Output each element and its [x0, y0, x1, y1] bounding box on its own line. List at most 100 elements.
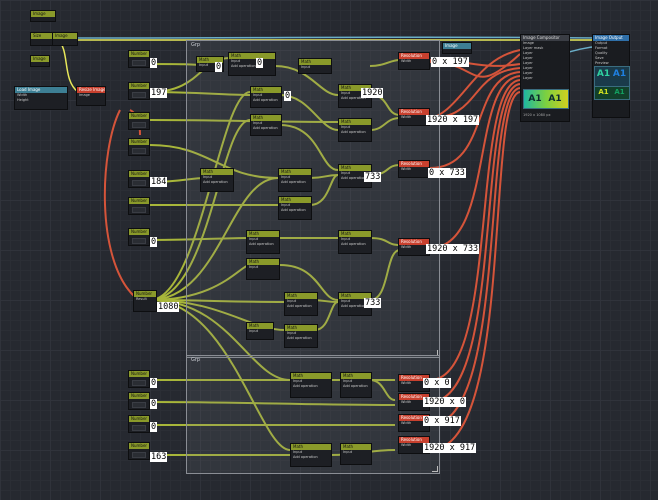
value-label: 0 [150, 58, 158, 68]
number-node[interactable]: Number [128, 138, 150, 156]
node-port-label: Add operation [343, 384, 368, 388]
image-node[interactable]: Image [30, 55, 50, 67]
image-node[interactable]: Image [442, 42, 472, 54]
math-node[interactable]: Math Input [340, 443, 372, 465]
math-node[interactable]: Math Input Add operation [338, 118, 372, 142]
value-field[interactable] [132, 122, 146, 128]
node-port-label: Height [17, 98, 29, 102]
math-node[interactable]: Math Input Add operation [278, 168, 312, 192]
number-node[interactable]: Number [128, 50, 150, 68]
node-title: Number [129, 443, 149, 449]
math-node[interactable]: Math Input Add operation [246, 230, 280, 254]
resolution-label: 0 x 733 [428, 168, 466, 178]
number-node[interactable]: Number [128, 197, 150, 215]
compositor-preview: A1 A1 [523, 89, 569, 109]
value-field[interactable] [132, 425, 146, 431]
value-field[interactable] [132, 380, 146, 386]
number-node[interactable]: Number [128, 228, 150, 246]
node-port-label: Add operation [281, 208, 306, 212]
node-title: Number [129, 416, 149, 422]
image-node[interactable]: Image [30, 10, 56, 22]
resolution-node[interactable]: Resolution Width [398, 160, 430, 178]
value-field[interactable] [132, 92, 146, 98]
number-node[interactable]: Number [128, 112, 150, 130]
node-port-label: Width [401, 59, 412, 63]
node-port-label: Result [136, 297, 147, 301]
value-field[interactable] [132, 60, 146, 66]
value-field[interactable] [132, 148, 146, 154]
math-node[interactable]: Math Input Add operation [228, 52, 276, 76]
node-title: Number [129, 371, 149, 377]
value-field[interactable] [132, 452, 146, 458]
node-port-label: Image [79, 93, 90, 97]
node-port-label: Width [401, 245, 412, 249]
math-node[interactable]: Math Input Add operation [200, 168, 234, 192]
output-preview-lower: A1 A1 [594, 86, 630, 100]
value-label: 0 [150, 422, 158, 432]
value-label: 0 [284, 91, 292, 101]
load-image-node[interactable]: Load Image Width Height [14, 86, 68, 110]
node-title: Image [31, 56, 49, 62]
resolution-label: 0 x 0 [423, 378, 451, 388]
node-port-label: Add operation [287, 336, 312, 340]
value-label: 163 [150, 452, 168, 462]
math-node[interactable]: Math Input Add operation [340, 372, 372, 398]
value-label: 733 [364, 172, 382, 182]
resolution-node[interactable]: Resolution Width [398, 52, 430, 70]
resolution-label: 1920 x 917 [423, 443, 477, 453]
number-node[interactable]: Number [128, 82, 150, 100]
value-field[interactable] [132, 238, 146, 244]
value-field[interactable] [132, 180, 146, 186]
value-field[interactable] [132, 402, 146, 408]
node-port-label: Add operation [293, 384, 318, 388]
value-label: 0 [150, 399, 158, 409]
math-node[interactable]: Math Input Add operation [284, 292, 318, 316]
number-node[interactable]: Number [128, 442, 150, 460]
resize-image-node[interactable]: Resize Image Image [76, 86, 106, 106]
node-port-label: Width [401, 115, 412, 119]
preview-tile: A1 [598, 88, 609, 96]
node-title: Number [129, 198, 149, 204]
number-node[interactable]: Number [128, 170, 150, 188]
resolution-label: 1920 x 0 [423, 397, 466, 407]
math-node[interactable]: Math Input [246, 322, 274, 340]
node-port-label: Input [343, 450, 353, 454]
math-node[interactable]: Math Input [298, 58, 332, 74]
number-node[interactable]: Number [128, 370, 150, 388]
math-node[interactable]: Math Input Add operation [290, 372, 332, 398]
image-node[interactable]: Image [52, 32, 78, 46]
node-port-label: Add operation [253, 98, 278, 102]
resize-handle[interactable] [432, 466, 438, 472]
node-title: Image [443, 43, 471, 49]
node-title: Number [129, 51, 149, 57]
math-node[interactable]: Math Input Add operation [278, 196, 312, 220]
math-node[interactable]: Math Input Add operation [250, 86, 282, 108]
node-title: Number [129, 113, 149, 119]
value-field[interactable] [132, 207, 146, 213]
preview-caption: 1920 x 1080 px [523, 113, 551, 117]
wire-yellow [57, 39, 79, 93]
value-label: 0 [150, 237, 158, 247]
preview-tile: A1 [614, 88, 625, 96]
node-title: Number [129, 83, 149, 89]
group-title: Grp [191, 42, 201, 48]
preview-tile: A1 [528, 94, 542, 104]
node-title: Number [129, 229, 149, 235]
node-port-label: Add operation [341, 242, 366, 246]
value-label: 184 [150, 177, 168, 187]
node-port-label: Width [401, 167, 412, 171]
resolution-label: 1920 x 197 [426, 115, 480, 125]
number-node[interactable]: Number Result [133, 290, 157, 312]
value-label: 1920 [361, 88, 384, 98]
math-node[interactable]: Math Input Add operation [284, 324, 318, 348]
node-port-label: Add operation [203, 180, 228, 184]
math-node[interactable]: Math Input [246, 258, 280, 280]
math-node[interactable]: Math Input Add operation [290, 443, 332, 467]
number-node[interactable]: Number [128, 392, 150, 410]
number-node[interactable]: Number [128, 415, 150, 433]
value-label: 0 [215, 62, 223, 72]
math-node[interactable]: Math Input Add operation [338, 230, 372, 254]
math-node[interactable]: Math Input Add operation [250, 114, 282, 136]
value-label: 197 [150, 88, 168, 98]
preview-tile: A1 [596, 69, 611, 79]
